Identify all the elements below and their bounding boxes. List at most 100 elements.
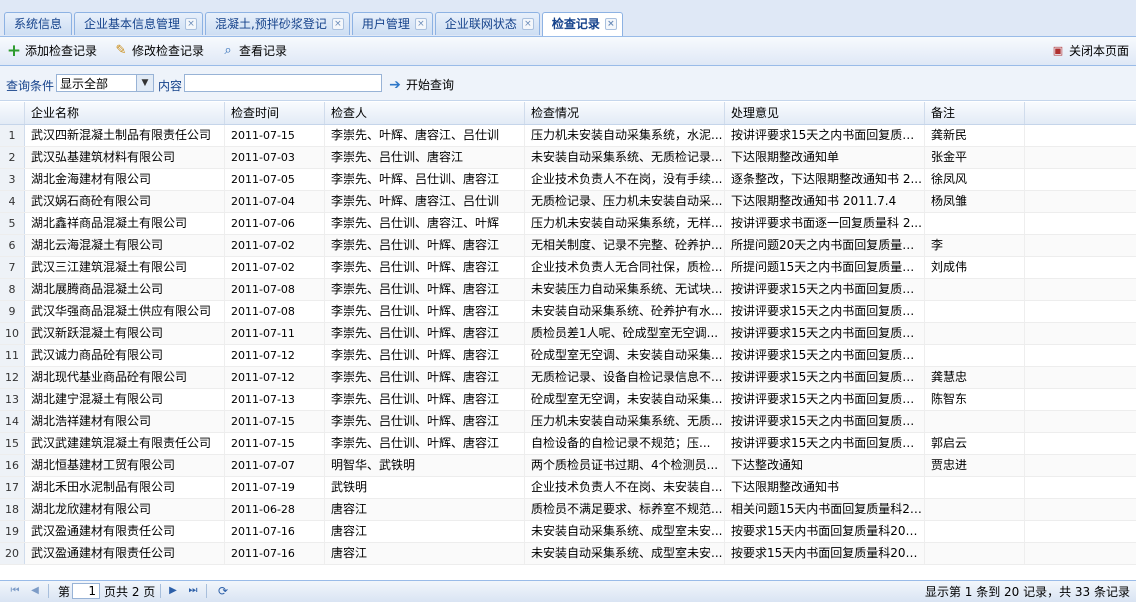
condition-select[interactable]: 显示全部 ▼ [56,74,154,92]
close-page-label: 关闭本页面 [1069,44,1130,58]
tab-1[interactable]: 企业基本信息管理 × [74,12,204,35]
plus-icon: + [6,41,22,61]
column-header[interactable]: 处理意见 [725,102,925,124]
table-cell: 按讲评要求15天之内书面回复质量... [725,323,925,344]
row-number: 11 [0,345,25,366]
table-row[interactable]: 11 武汉诚力商品砼有限公司 2011-07-12 李崇先、吕仕训、叶辉、唐容江 砼成型… [0,345,1136,367]
column-header[interactable]: 检查时间 [225,102,325,124]
table-row[interactable]: 7 武汉三江建筑混凝土有限公司 2011-07-02 李崇先、吕仕训、叶辉、唐容江 企业… [0,257,1136,279]
table-cell: 自检设备的自检记录不规范；压... [525,433,725,454]
table-cell: 无质检记录、设备自检记录信息不... [525,367,725,388]
table-row[interactable]: 8 湖北展腾商品混凝土公司 2011-07-08 李崇先、吕仕训、叶辉、唐容江 未安装压… [0,279,1136,301]
table-cell: 湖北云海混凝土有限公司 [25,235,225,256]
table-cell: 2011-07-02 [225,257,325,278]
table-row[interactable]: 19 武汉盈通建材有限责任公司 2011-07-16 唐容江 未安装自动采集系统、成型室… [0,521,1136,543]
table-cell: 相关问题15天内书面回复质量科20... [725,499,925,520]
tab-0[interactable]: 系统信息 [4,12,73,35]
content-input[interactable] [184,74,382,92]
table-cell: 2011-07-15 [225,433,325,454]
add-record-button[interactable]: + 添加检查记录 [6,42,97,60]
table-row[interactable]: 12 湖北现代基业商品砼有限公司 2011-07-12 李崇先、吕仕训、叶辉、唐容江无… [0,367,1136,389]
table-row[interactable]: 18 湖北龙欣建材有限公司 2011-06-28 唐容江 质检员不满足要求、标养室不规范… [0,499,1136,521]
grid-body: 1 武汉四新混凝土制品有限责任公司 2011-07-15 李崇先、叶辉、唐容江、吕仕训… [0,125,1136,565]
table-row[interactable]: 15 武汉武建建筑混凝土有限责任公司 2011-07-15 李崇先、吕仕训、叶辉、唐容… [0,433,1136,455]
records-grid: 企业名称 检查时间 检查人 检查情况 处理意见 备注 1 武汉四新混凝土制品有限责任公司 20… [0,102,1136,565]
tab-strip: 系统信息 企业基本信息管理 × 混凝土,预拌砂浆登记 × 用户管理 × 企业联网状态 × 检查记录… [0,0,1136,37]
table-cell: 2011-07-15 [225,125,325,146]
table-cell: 压力机未安装自动采集系统，水泥... [525,125,725,146]
row-number: 7 [0,257,25,278]
row-number-header [0,102,25,124]
close-tab-icon[interactable]: × [521,18,534,30]
column-header[interactable]: 企业名称 [25,102,225,124]
table-cell: 2011-07-11 [225,323,325,344]
table-cell: 按讲评要求15天之内书面回复质量... [725,389,925,410]
edit-record-button[interactable]: ✎ 修改检查记录 [113,42,204,60]
table-cell [925,499,1025,520]
table-cell: 李崇先、叶辉、唐容江、吕仕训 [325,191,525,212]
table-cell: 2011-07-03 [225,147,325,168]
table-cell: 刘成伟 [925,257,1025,278]
close-tab-icon[interactable]: × [604,18,617,30]
arrow-right-icon: ➔ [389,76,401,93]
chevron-down-icon[interactable]: ▼ [136,75,153,91]
table-cell: 武汉武建建筑混凝土有限责任公司 [25,433,225,454]
table-row[interactable]: 5 湖北鑫祥商品混凝土有限公司 2011-07-06 李崇先、吕仕训、唐容江、叶辉 压力… [0,213,1136,235]
table-row[interactable]: 2 武汉弘基建筑材料有限公司 2011-07-03 李崇先、吕仕训、唐容江 未安装自动采… [0,147,1136,169]
table-row[interactable]: 1 武汉四新混凝土制品有限责任公司 2011-07-15 李崇先、叶辉、唐容江、吕仕训… [0,125,1136,147]
table-row[interactable]: 14 湖北浩祥建材有限公司 2011-07-15 李崇先、吕仕训、叶辉、唐容江 压力机未… [0,411,1136,433]
close-page-button[interactable]: ▣ 关闭本页面 [1050,42,1129,60]
row-number: 3 [0,169,25,190]
table-cell [925,345,1025,366]
refresh-icon[interactable]: ⟳ [216,584,230,598]
close-tab-icon[interactable]: × [331,18,344,30]
table-cell: 武汉华强商品混凝土供应有限公司 [25,301,225,322]
close-tab-icon[interactable]: × [414,18,427,30]
row-number: 17 [0,477,25,498]
table-row[interactable]: 10 武汉新跃混凝土有限公司 2011-07-11 李崇先、吕仕训、叶辉、唐容江 质检员… [0,323,1136,345]
first-page-icon[interactable]: ⏮ [8,584,22,598]
table-row[interactable]: 3 湖北金海建材有限公司 2011-07-05 李崇先、叶辉、吕仕训、唐容江 企业技术负… [0,169,1136,191]
table-cell: 无相关制度、记录不完整、砼养护... [525,235,725,256]
table-cell [925,477,1025,498]
row-number: 8 [0,279,25,300]
row-number: 5 [0,213,25,234]
table-cell: 压力机未安装自动采集系统，无样... [525,213,725,234]
table-cell: 武铁明 [325,477,525,498]
grid-header: 企业名称 检查时间 检查人 检查情况 处理意见 备注 [0,102,1136,125]
tab-label: 系统信息 [14,17,63,31]
table-cell: 下达限期整改通知书 [725,477,925,498]
table-row[interactable]: 17 湖北禾田水泥制品有限公司 2011-07-19 武铁明 企业技术负责人不在岗、未安… [0,477,1136,499]
tab-4[interactable]: 企业联网状态 × [434,12,540,35]
prev-page-icon[interactable]: ◀ [28,584,42,598]
last-page-icon[interactable]: ⏭ [186,584,200,598]
tab-2[interactable]: 混凝土,预拌砂浆登记 × [205,12,350,35]
tab-5[interactable]: 检查记录 × [541,12,623,36]
table-cell: 武汉新跃混凝土有限公司 [25,323,225,344]
tab-label: 企业联网状态 [444,17,517,31]
table-row[interactable]: 4 武汉娲石商砼有限公司 2011-07-04 李崇先、叶辉、唐容江、吕仕训 无质检记录… [0,191,1136,213]
page-total: 页共 2 页 [104,585,156,599]
column-header[interactable]: 备注 [925,102,1025,124]
close-tab-icon[interactable]: × [185,18,198,30]
column-header[interactable]: 检查情况 [525,102,725,124]
table-cell: 唐容江 [325,543,525,564]
table-cell: 2011-07-08 [225,279,325,300]
table-row[interactable]: 6 湖北云海混凝土有限公司 2011-07-02 李崇先、吕仕训、叶辉、唐容江 无相关制… [0,235,1136,257]
tab-label: 企业基本信息管理 [84,17,181,31]
table-row[interactable]: 20 武汉盈通建材有限责任公司 2011-07-16 唐容江 未安装自动采集系统、成型室… [0,543,1136,565]
column-header[interactable]: 检查人 [325,102,525,124]
tab-3[interactable]: 用户管理 × [351,12,433,35]
table-row[interactable]: 9 武汉华强商品混凝土供应有限公司 2011-07-08 李崇先、吕仕训、叶辉、唐容江… [0,301,1136,323]
table-row[interactable]: 13 湖北建宁混凝土有限公司 2011-07-13 李崇先、吕仕训、叶辉、唐容江 砼成型… [0,389,1136,411]
add-record-label: 添加检查记录 [25,44,98,58]
page-number-input[interactable]: 1 [72,583,100,599]
table-cell: 2011-07-19 [225,477,325,498]
next-page-icon[interactable]: ▶ [166,584,180,598]
table-cell: 明智华、武铁明 [325,455,525,476]
table-cell: 湖北禾田水泥制品有限公司 [25,477,225,498]
view-record-button[interactable]: ⌕ 查看记录 [220,42,287,60]
table-cell: 湖北建宁混凝土有限公司 [25,389,225,410]
table-row[interactable]: 16 湖北恒基建材工贸有限公司 2011-07-07 明智华、武铁明 两个质检员证书过期… [0,455,1136,477]
start-search-button[interactable]: ➔ 开始查询 [387,76,454,93]
